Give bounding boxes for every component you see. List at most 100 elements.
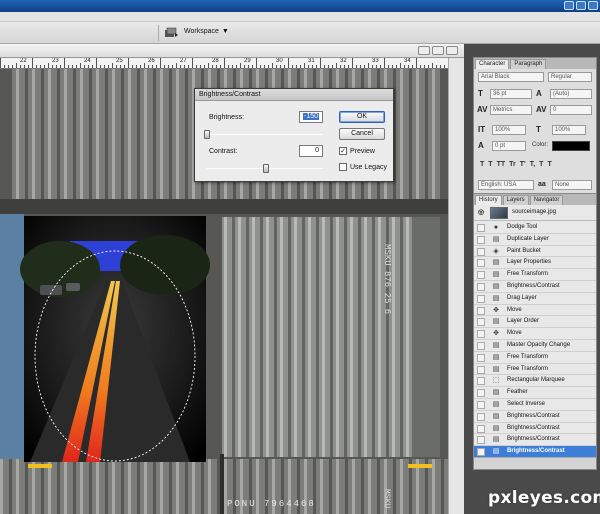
history-source-checkbox[interactable] — [477, 365, 485, 374]
history-item[interactable]: ▤ Master Opacity Change — [474, 340, 596, 352]
history-item[interactable]: ✥ Move — [474, 328, 596, 340]
underline-button[interactable]: T — [539, 161, 543, 168]
contrast-input[interactable]: 0 — [299, 145, 323, 157]
history-item[interactable]: ▤ Brightness/Contrast — [474, 434, 596, 447]
history-item[interactable]: ▤ Drag Layer — [474, 293, 596, 305]
font-size-field[interactable]: 36 pt — [490, 89, 532, 99]
history-item[interactable]: ▤ Brightness/Contrast — [474, 281, 596, 293]
strikethrough-button[interactable]: T — [547, 161, 551, 168]
history-item-label: Brightness/Contrast — [507, 436, 560, 443]
subscript-button[interactable]: T, — [530, 161, 535, 168]
layer-icon: ▤ — [492, 294, 500, 302]
horizontal-scale-icon: T — [536, 125, 541, 134]
ruler-tick — [140, 65, 141, 68]
history-source-checkbox[interactable] — [477, 282, 485, 291]
faux-bold-button[interactable]: T — [480, 161, 484, 168]
history-source-checkbox[interactable] — [477, 424, 485, 433]
layer-icon: ▤ — [492, 271, 500, 279]
history-item[interactable]: ▤ Duplicate Layer — [474, 234, 596, 246]
ruler-tick — [412, 65, 413, 68]
history-item[interactable]: ● Dodge Tool — [474, 222, 596, 234]
history-item[interactable]: ▤ Select Inverse — [474, 399, 596, 411]
history-item[interactable]: ▤ Free Transform — [474, 269, 596, 281]
history-source-checkbox[interactable] — [477, 400, 485, 409]
history-source-checkbox[interactable] — [477, 247, 485, 256]
vertical-scrollbar[interactable] — [448, 58, 464, 514]
history-source-checkbox[interactable] — [477, 235, 485, 244]
ruler-tick — [204, 65, 205, 68]
history-source-checkbox[interactable] — [477, 294, 485, 303]
baseline-shift-field[interactable]: 0 pt — [492, 141, 526, 151]
right-panels: Character Paragraph Arial Black Regular … — [470, 44, 600, 514]
superscript-button[interactable]: T' — [520, 161, 526, 168]
tab-paragraph[interactable]: Paragraph — [510, 59, 547, 69]
layer-icon: ▤ — [492, 282, 500, 290]
leading-field[interactable]: (Auto) — [550, 89, 592, 99]
tab-character[interactable]: Character — [475, 59, 510, 69]
history-item[interactable]: ▤ Layer Order — [474, 316, 596, 329]
ruler-tick — [40, 65, 41, 68]
brightness-slider[interactable] — [204, 130, 210, 139]
history-item[interactable]: ▤ Free Transform — [474, 364, 596, 376]
ruler-tick — [100, 65, 101, 68]
history-source-checkbox[interactable] — [477, 306, 485, 315]
cancel-button[interactable]: Cancel — [339, 128, 385, 140]
language-select[interactable]: English: USA — [478, 180, 534, 190]
close-button[interactable] — [588, 1, 598, 10]
history-item-label: Feather — [507, 389, 528, 396]
history-snapshot[interactable]: ◎ sourceimage.jpg — [474, 205, 596, 221]
history-item[interactable]: ▤ Feather — [474, 387, 596, 399]
workspace-menu[interactable]: Workspace ▼ — [184, 28, 229, 35]
history-source-checkbox[interactable] — [477, 448, 485, 457]
ruler-tick — [156, 65, 157, 68]
doc-minimize-button[interactable] — [418, 46, 430, 55]
doc-maximize-button[interactable] — [432, 46, 444, 55]
history-item[interactable]: ▤ Brightness/Contrast — [474, 411, 596, 423]
antialias-select[interactable]: None — [552, 180, 592, 190]
tab-layers[interactable]: Layers — [502, 195, 529, 205]
minimize-button[interactable] — [564, 1, 574, 10]
small-caps-button[interactable]: Tr — [509, 161, 516, 168]
history-source-checkbox[interactable] — [477, 389, 485, 398]
vertical-scale-field[interactable]: 100% — [492, 125, 526, 135]
history-item[interactable]: ⬚ Rectangular Marquee — [474, 375, 596, 388]
maximize-button[interactable] — [576, 1, 586, 10]
history-source-checkbox[interactable] — [477, 377, 485, 386]
history-source-checkbox[interactable] — [477, 318, 485, 327]
font-style-select[interactable]: Regular — [548, 72, 592, 82]
all-caps-button[interactable]: TT — [497, 161, 506, 168]
history-item[interactable]: ▤ Brightness/Contrast — [474, 423, 596, 435]
history-item[interactable]: ▤ Free Transform — [474, 352, 596, 364]
history-item[interactable]: ✥ Move — [474, 305, 596, 317]
text-color-swatch[interactable] — [552, 141, 590, 151]
history-source-checkbox[interactable] — [477, 271, 485, 280]
history-source-checkbox[interactable] — [477, 353, 485, 362]
history-source-checkbox[interactable] — [477, 341, 485, 350]
history-source-checkbox[interactable] — [477, 412, 485, 421]
horizontal-scale-field[interactable]: 100% — [552, 125, 586, 135]
history-item[interactable]: ◈ Paint Bucket — [474, 246, 596, 258]
doc-close-button[interactable] — [446, 46, 458, 55]
ruler-label: 25 — [116, 58, 123, 64]
layer-icon: ▤ — [492, 436, 500, 444]
workspace-icon[interactable] — [164, 27, 178, 38]
faux-italic-button[interactable]: T — [488, 161, 492, 168]
preview-checkbox[interactable]: ✓ Preview — [339, 147, 375, 155]
tracking-field[interactable]: 0 — [550, 105, 592, 115]
history-item[interactable]: ▤ Layer Properties — [474, 257, 596, 270]
move-icon: ✥ — [493, 330, 499, 338]
brightness-input[interactable]: -150 — [299, 111, 323, 123]
contrast-slider[interactable] — [263, 164, 269, 173]
ok-button[interactable]: OK — [339, 111, 385, 123]
use-legacy-checkbox[interactable]: Use Legacy — [339, 163, 387, 171]
ruler-tick — [44, 65, 45, 68]
tab-navigator[interactable]: Navigator — [529, 195, 564, 205]
history-source-checkbox[interactable] — [477, 224, 485, 232]
history-source-checkbox[interactable] — [477, 259, 485, 268]
tab-history[interactable]: History — [475, 195, 502, 205]
ruler-tick — [432, 63, 433, 68]
history-source-checkbox[interactable] — [477, 330, 485, 339]
kerning-field[interactable]: Metrics — [490, 105, 532, 115]
history-source-checkbox[interactable] — [477, 436, 485, 445]
font-family-select[interactable]: Arial Black — [478, 72, 544, 82]
